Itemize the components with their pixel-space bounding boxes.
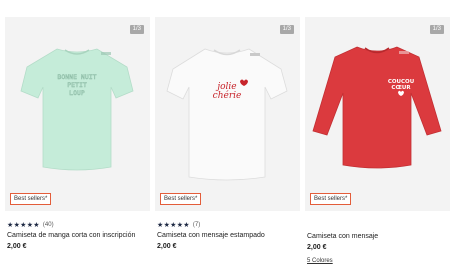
- review-count: (40): [42, 222, 54, 228]
- product-price: 2,00 €: [157, 243, 177, 250]
- product-price: 2,00 €: [7, 243, 27, 250]
- best-seller-badge: Best sellers*: [160, 193, 202, 205]
- product-image[interactable]: COUCOU CŒUR 1/3 Best sellers*: [305, 17, 450, 211]
- star-rating-icon: ★★★★★: [7, 221, 40, 229]
- color-options-link[interactable]: 5 Colores: [307, 258, 333, 264]
- best-seller-badge: Best sellers*: [310, 193, 352, 205]
- product-price: 2,00 €: [307, 244, 327, 251]
- product-image[interactable]: jolie chérie 1/3 Best sellers*: [155, 17, 300, 211]
- tshirt-image: jolie chérie: [166, 48, 288, 181]
- star-rating-icon: ★★★★★: [157, 221, 190, 229]
- product-image[interactable]: BONNE NUIT PETIT LOUP 1/3 Best sellers*: [5, 17, 150, 211]
- product-title[interactable]: Camiseta con mensaje: [307, 233, 378, 240]
- best-seller-badge: Best sellers*: [10, 193, 52, 205]
- image-counter: 1/3: [429, 25, 444, 34]
- print-line-2: CŒUR: [391, 85, 411, 91]
- image-counter: 1/3: [279, 25, 294, 34]
- print-line-2: chérie: [213, 90, 242, 101]
- print-line-3: LOUP: [69, 89, 85, 97]
- product-card[interactable]: BONNE NUIT PETIT LOUP 1/3 Best sellers* …: [5, 17, 150, 270]
- image-counter: 1/3: [129, 25, 144, 34]
- rating: ★★★★★ (7): [157, 220, 200, 230]
- print-line-2: PETIT: [67, 81, 87, 89]
- product-grid: BONNE NUIT PETIT LOUP 1/3 Best sellers* …: [0, 0, 475, 270]
- longsleeve-image: COUCOU CŒUR: [312, 46, 442, 169]
- review-count: (7): [192, 222, 201, 228]
- product-card[interactable]: jolie chérie 1/3 Best sellers* ★★★★★ (7)…: [155, 17, 300, 270]
- print-line-1: BONNE NUIT: [57, 73, 96, 81]
- product-card[interactable]: COUCOU CŒUR 1/3 Best sellers* Camiseta c…: [305, 17, 450, 270]
- rating: ★★★★★ (40): [7, 220, 54, 230]
- tshirt-image: BONNE NUIT PETIT LOUP: [20, 48, 134, 171]
- product-title[interactable]: Camiseta con mensaje estampado: [157, 232, 265, 239]
- product-title[interactable]: Camiseta de manga corta con inscripción: [7, 232, 135, 239]
